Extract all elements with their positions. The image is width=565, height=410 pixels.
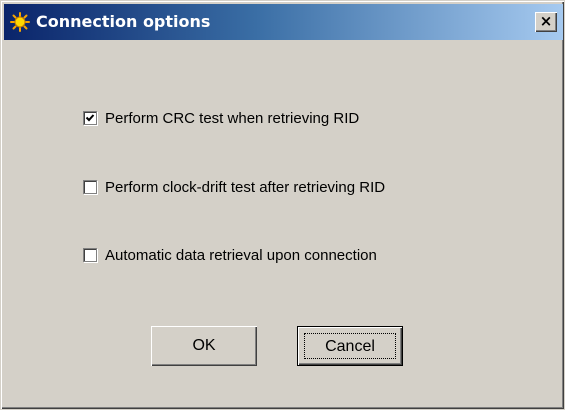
connection-options-dialog: Connection options × Perform CRC test wh…: [0, 0, 565, 410]
crc-test-label[interactable]: Perform CRC test when retrieving RID: [105, 110, 359, 127]
automatic-retrieval-label[interactable]: Automatic data retrieval upon connection: [105, 247, 377, 264]
clock-drift-test-label[interactable]: Perform clock-drift test after retrievin…: [105, 179, 385, 196]
option-clock-drift-test[interactable]: Perform clock-drift test after retrievin…: [83, 176, 385, 198]
crc-test-checkbox[interactable]: [83, 111, 97, 125]
sun-icon: [10, 12, 30, 32]
checkmark-icon: [85, 114, 95, 122]
option-automatic-retrieval[interactable]: Automatic data retrieval upon connection: [83, 244, 377, 266]
automatic-retrieval-checkbox[interactable]: [83, 248, 97, 262]
focus-indicator: Cancel: [304, 333, 396, 359]
title-bar[interactable]: Connection options ×: [4, 4, 563, 40]
close-icon: ×: [539, 12, 553, 30]
dialog-title: Connection options: [36, 12, 211, 31]
ok-button-label: OK: [192, 337, 216, 354]
cancel-button[interactable]: Cancel: [297, 326, 403, 366]
cancel-button-label: Cancel: [325, 338, 375, 355]
close-button[interactable]: ×: [535, 12, 557, 32]
clock-drift-test-checkbox[interactable]: [83, 180, 97, 194]
ok-button[interactable]: OK: [151, 326, 257, 366]
option-crc-test[interactable]: Perform CRC test when retrieving RID: [83, 107, 359, 129]
